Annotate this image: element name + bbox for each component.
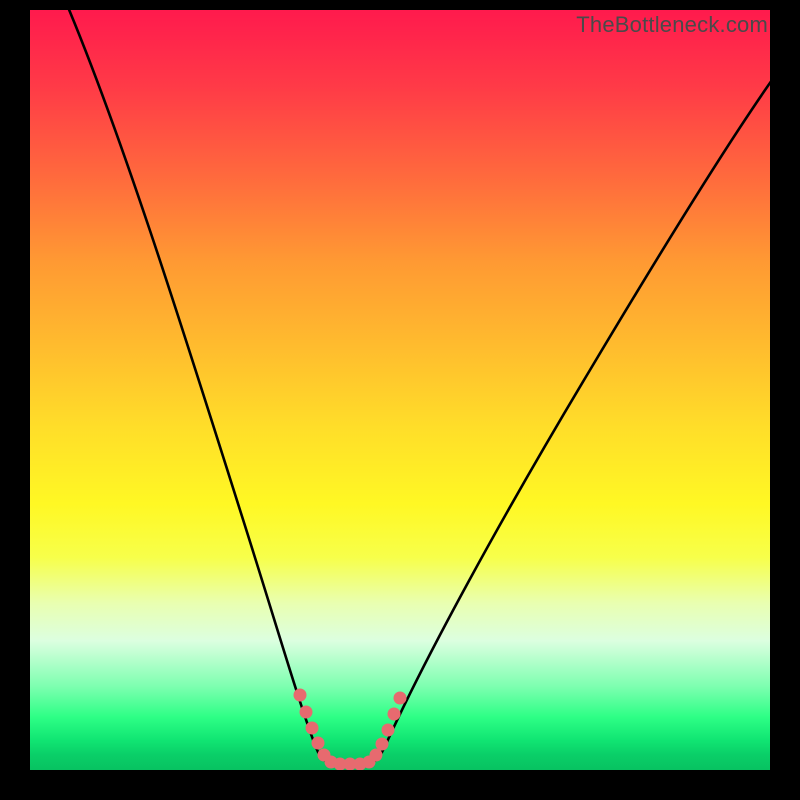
plot-area bbox=[30, 10, 770, 770]
valley-marker bbox=[294, 689, 407, 771]
curve-layer bbox=[30, 10, 770, 770]
watermark-text: TheBottleneck.com bbox=[576, 12, 768, 38]
chart-frame: TheBottleneck.com bbox=[0, 0, 800, 800]
bottleneck-curve bbox=[65, 10, 770, 764]
